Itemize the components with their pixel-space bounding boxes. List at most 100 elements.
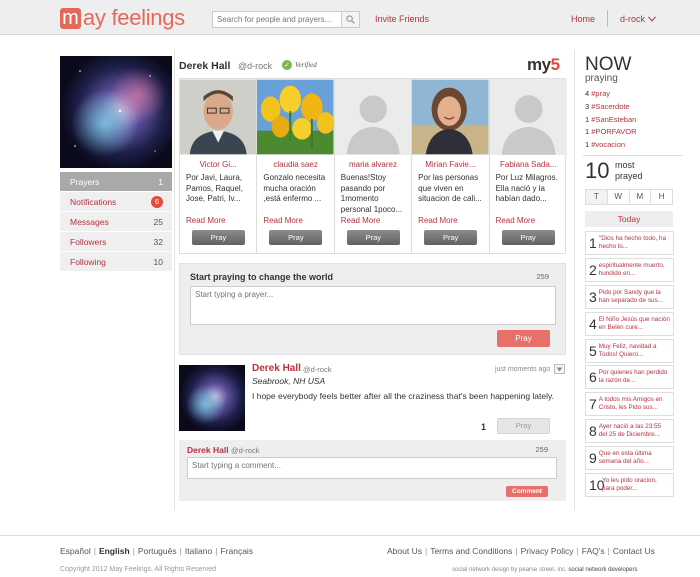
list-item[interactable]: 5 Muy Feliz, navidad a Todos! Quiero... — [585, 338, 674, 363]
separator: | — [132, 546, 135, 556]
nav-label: Followers — [70, 236, 107, 247]
list-item[interactable]: 1 "Dios ha hecho todo, ha hecho lo... — [585, 231, 674, 255]
pray-button[interactable]: Pray — [269, 230, 323, 245]
verified-badge: ✓ Verified — [282, 60, 317, 70]
post-text: I hope everybody feels better after all … — [252, 391, 554, 401]
search-button[interactable] — [341, 12, 359, 27]
list-item[interactable]: 7A todos mis Amigos en Cristo, les Pido … — [585, 392, 674, 417]
my5-card: Fabiana Sada... Por Luz Milagros. Ella n… — [489, 79, 567, 253]
pray-button[interactable]: Pray — [424, 230, 478, 245]
list-item[interactable]: 9 Que en esta última semana del año... — [585, 446, 674, 471]
search-icon — [346, 15, 355, 24]
submit-prayer-button[interactable]: Pray — [497, 330, 550, 347]
profile-name[interactable]: Derek Hall — [179, 60, 230, 72]
language-link[interactable]: Português — [138, 546, 177, 556]
post-options-button[interactable] — [554, 364, 565, 374]
list-item[interactable]: 6 Por quienes han perdido la razón de... — [585, 365, 674, 390]
prayer-text: Buenas!Stoy pasando por 1momento persona… — [340, 173, 403, 214]
person-photo[interactable] — [412, 79, 489, 155]
person-name[interactable]: Mirian Favie... — [412, 160, 488, 169]
credit-by[interactable]: by pearse street, inc. — [511, 567, 567, 573]
profile-picture[interactable] — [60, 56, 172, 168]
list-item[interactable]: 2 espiritualmente muerto, hundido en... — [585, 257, 674, 282]
post-author[interactable]: Derek Hall — [252, 363, 301, 374]
person-photo[interactable] — [489, 79, 567, 155]
person-photo[interactable] — [334, 79, 412, 155]
logo[interactable]: m ay feelings — [60, 5, 185, 30]
label-line: most — [615, 160, 635, 170]
prayer-text: Gonzalo necesita mucha oración ,está enf… — [263, 173, 326, 203]
nav-followers[interactable]: Followers 32 — [60, 232, 172, 252]
home-link[interactable]: Home — [571, 14, 595, 24]
person-name[interactable]: Victor Gi... — [180, 160, 256, 169]
pray-button[interactable]: Pray — [346, 230, 400, 245]
rank: 6 — [589, 369, 597, 386]
person-name[interactable]: Fabiana Sada... — [490, 160, 567, 169]
trending-tag[interactable]: 1 #vocacion — [585, 139, 685, 152]
now-subtitle: praying — [585, 73, 618, 84]
nav-messages[interactable]: Messages 25 — [60, 212, 172, 232]
read-more-link[interactable]: Read More — [490, 216, 567, 225]
tab-month[interactable]: M — [629, 190, 652, 204]
read-more-link[interactable]: Read More — [412, 216, 488, 225]
my5-prefix: my — [527, 55, 551, 74]
read-more-link[interactable]: Read More — [335, 216, 411, 225]
invite-friends-link[interactable]: Invite Friends — [375, 14, 429, 24]
person-name[interactable]: claudia saez — [257, 160, 333, 169]
read-more-link[interactable]: Read More — [180, 216, 256, 225]
person-name[interactable]: maria alvarez — [335, 160, 411, 169]
nav-label: Prayers — [70, 176, 100, 187]
tab-today[interactable]: T — [586, 190, 608, 204]
footer-link-about[interactable]: About Us — [387, 546, 422, 556]
person-photo[interactable] — [180, 79, 257, 155]
list-item[interactable]: 3 Pido por Sandy que la han separado de s… — [585, 284, 674, 309]
comment-author[interactable]: Derek Hall — [187, 445, 229, 455]
verified-label: Verified — [295, 61, 317, 69]
pray-button[interactable]: Pray — [192, 230, 245, 245]
list-item[interactable]: 8 Ayer nació a las 23:55 del 25 de Diciem… — [585, 419, 674, 444]
trending-tag[interactable]: 1 #PORFAVOR — [585, 126, 685, 139]
language-link[interactable]: Français — [220, 546, 253, 556]
user-menu[interactable]: d-rock — [620, 14, 656, 24]
user-menu-label: d-rock — [620, 14, 646, 24]
nav-prayers[interactable]: Prayers 1 — [60, 172, 172, 192]
language-link-current[interactable]: English — [99, 546, 130, 556]
read-more-link[interactable]: Read More — [257, 216, 333, 225]
prayer-input[interactable] — [190, 286, 556, 325]
trending-tag[interactable]: 1 #SanEsteban — [585, 114, 685, 127]
nav-notifications[interactable]: Notifications 6 — [60, 192, 172, 212]
trending-tag[interactable]: 4 #pray — [585, 88, 685, 101]
person-photo[interactable] — [257, 79, 334, 155]
comment-box: Derek Hall @d-rock 259 Comment — [179, 440, 566, 501]
pray-button[interactable]: Pray — [501, 230, 555, 245]
item-text: Por quienes han perdido la razón de... — [598, 369, 668, 385]
my5-number: 5 — [550, 55, 560, 74]
notification-badge: 6 — [151, 195, 163, 208]
tab-history[interactable]: H — [651, 190, 672, 204]
post-pray-button[interactable]: Pray — [497, 418, 550, 434]
list-item[interactable]: 10 Yo les pido oracion, para poder... — [585, 473, 674, 498]
search-input[interactable] — [213, 12, 341, 27]
footer-links: About Us | Terms and Conditions | Privacy Po… — [387, 546, 655, 556]
prayer-text: Por Luz Milagros. Ella nació y la habían… — [495, 173, 558, 203]
nav-count: 1 — [158, 176, 163, 187]
avatar[interactable] — [179, 365, 245, 431]
prayer-text: Por las personas que viven en situacion … — [418, 173, 482, 203]
side-nav: Prayers 1 Notifications 6 Messages 25 Fo… — [60, 172, 172, 272]
language-link[interactable]: Italiano — [185, 546, 212, 556]
separator: | — [93, 546, 96, 556]
credit-line: social network design by pearse street, … — [452, 567, 637, 573]
list-item[interactable]: 4 El Niño Jesús que nación en Belén cure.… — [585, 311, 674, 336]
pray-count: 1 — [481, 422, 487, 432]
comment-button[interactable]: Comment — [506, 486, 548, 497]
footer-link-terms[interactable]: Terms and Conditions — [430, 546, 512, 556]
footer-link-contact[interactable]: Contact Us — [613, 546, 655, 556]
tab-week[interactable]: W — [607, 190, 630, 204]
language-link[interactable]: Español — [60, 546, 91, 556]
most-prayed-list: 1 "Dios ha hecho todo, ha hecho lo... 2 es… — [585, 231, 674, 500]
nav-following[interactable]: Following 10 — [60, 252, 172, 272]
footer-link-faq[interactable]: FAQ's — [582, 546, 605, 556]
comment-input[interactable] — [187, 457, 557, 479]
trending-tag[interactable]: 3 #Sacerdote — [585, 101, 685, 114]
footer-link-privacy[interactable]: Privacy Policy — [521, 546, 574, 556]
